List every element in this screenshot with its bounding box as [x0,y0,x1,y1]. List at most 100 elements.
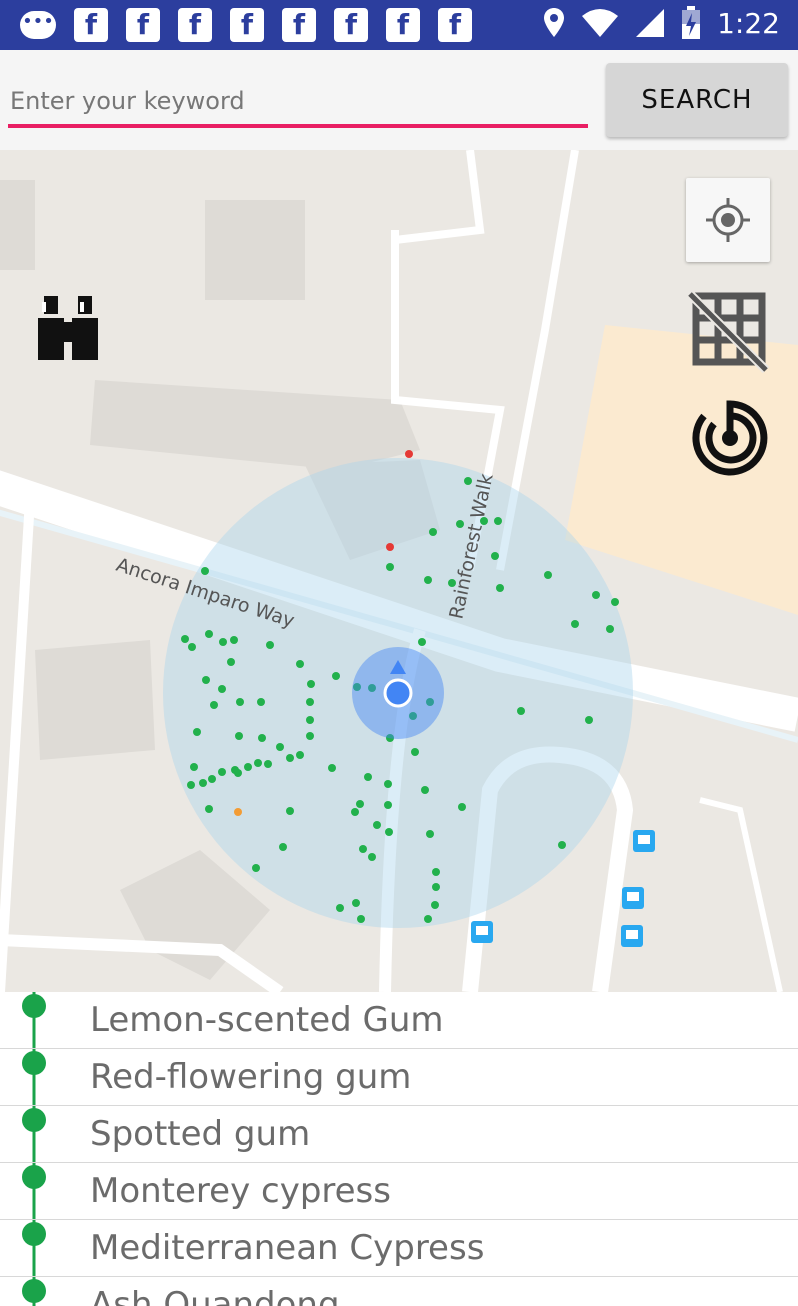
tree-marker[interactable] [234,769,242,777]
list-item[interactable]: Spotted gum [0,1106,798,1163]
tree-marker[interactable] [364,773,372,781]
tree-marker[interactable] [205,630,213,638]
tree-marker[interactable] [201,567,209,575]
tree-marker[interactable] [356,800,364,808]
search-input[interactable] [8,78,588,128]
tree-marker[interactable] [264,760,272,768]
tree-marker[interactable] [199,779,207,787]
tree-marker[interactable] [306,732,314,740]
tree-marker[interactable] [218,685,226,693]
tree-marker[interactable] [328,764,336,772]
tree-marker[interactable] [190,763,198,771]
tree-marker[interactable] [426,830,434,838]
tree-marker[interactable] [429,528,437,536]
bus-stop-icon[interactable] [471,921,493,943]
tree-marker[interactable] [418,638,426,646]
tree-marker[interactable] [456,520,464,528]
tree-marker[interactable] [352,899,360,907]
search-button[interactable]: SEARCH [606,63,788,137]
tree-marker[interactable] [368,853,376,861]
tree-marker[interactable] [236,698,244,706]
tree-marker[interactable] [202,676,210,684]
tree-marker[interactable] [188,643,196,651]
tree-marker[interactable] [276,743,284,751]
tree-marker[interactable] [384,780,392,788]
tree-marker[interactable] [208,775,216,783]
tree-marker[interactable] [496,584,504,592]
bus-stop-icon[interactable] [622,887,644,909]
tree-marker[interactable] [359,845,367,853]
tree-marker[interactable] [193,728,201,736]
tree-marker[interactable] [464,477,472,485]
list-item[interactable]: Monterey cypress [0,1163,798,1220]
tree-marker[interactable] [494,517,502,525]
tree-marker[interactable] [279,843,287,851]
tree-marker[interactable] [421,786,429,794]
tree-marker[interactable] [257,698,265,706]
tree-marker[interactable] [384,801,392,809]
tree-marker[interactable] [386,563,394,571]
radar-button[interactable] [690,398,770,478]
tree-marker-highlight[interactable] [234,808,242,816]
tree-marker[interactable] [385,828,393,836]
tree-marker[interactable] [544,571,552,579]
tree-marker[interactable] [432,883,440,891]
tree-marker[interactable] [187,781,195,789]
tree-marker[interactable] [585,716,593,724]
tree-marker[interactable] [357,915,365,923]
tree-marker[interactable] [373,821,381,829]
my-location-button[interactable] [686,178,770,262]
tree-marker[interactable] [351,808,359,816]
tree-marker[interactable] [432,868,440,876]
tree-marker[interactable] [491,552,499,560]
tree-marker[interactable] [258,734,266,742]
tree-marker[interactable] [332,672,340,680]
binoculars-button[interactable] [34,292,102,364]
map-view[interactable]: Ancora Imparo Way Rainforest Walk [0,150,798,992]
tree-marker[interactable] [606,625,614,633]
tree-marker[interactable] [218,768,226,776]
bus-stop-icon[interactable] [621,925,643,947]
tree-marker[interactable] [254,759,262,767]
tree-marker-highlight[interactable] [386,543,394,551]
list-item[interactable]: Lemon-scented Gum [0,992,798,1049]
tree-marker[interactable] [517,707,525,715]
tree-marker[interactable] [306,698,314,706]
list-item[interactable]: Ash Quandong [0,1277,798,1306]
tree-marker[interactable] [411,748,419,756]
tree-marker[interactable] [424,576,432,584]
tree-marker[interactable] [219,638,227,646]
tree-marker[interactable] [252,864,260,872]
tree-marker[interactable] [230,636,238,644]
tree-marker[interactable] [431,901,439,909]
tree-marker[interactable] [235,732,243,740]
grid-toggle-button[interactable] [686,290,770,374]
tree-marker[interactable] [424,915,432,923]
tree-marker[interactable] [458,803,466,811]
tree-marker[interactable] [227,658,235,666]
tree-marker[interactable] [571,620,579,628]
tree-marker[interactable] [205,805,213,813]
tree-marker[interactable] [611,598,619,606]
tree-marker[interactable] [296,660,304,668]
tree-marker[interactable] [266,641,274,649]
tree-marker[interactable] [286,754,294,762]
list-item[interactable]: Mediterranean Cypress [0,1220,798,1277]
tree-marker[interactable] [592,591,600,599]
tree-list[interactable]: Lemon-scented Gum Red-flowering gum Spot… [0,992,798,1306]
tree-marker[interactable] [244,763,252,771]
tree-marker[interactable] [296,751,304,759]
bus-stop-icon[interactable] [633,830,655,852]
tree-marker[interactable] [558,841,566,849]
tree-marker[interactable] [336,904,344,912]
tree-marker[interactable] [181,635,189,643]
tree-marker[interactable] [286,807,294,815]
tree-marker-highlight[interactable] [405,450,413,458]
tree-marker[interactable] [210,701,218,709]
tree-marker[interactable] [306,716,314,724]
tree-marker[interactable] [448,579,456,587]
list-item[interactable]: Red-flowering gum [0,1049,798,1106]
tree-marker[interactable] [480,517,488,525]
binoculars-icon [38,296,98,360]
tree-marker[interactable] [307,680,315,688]
